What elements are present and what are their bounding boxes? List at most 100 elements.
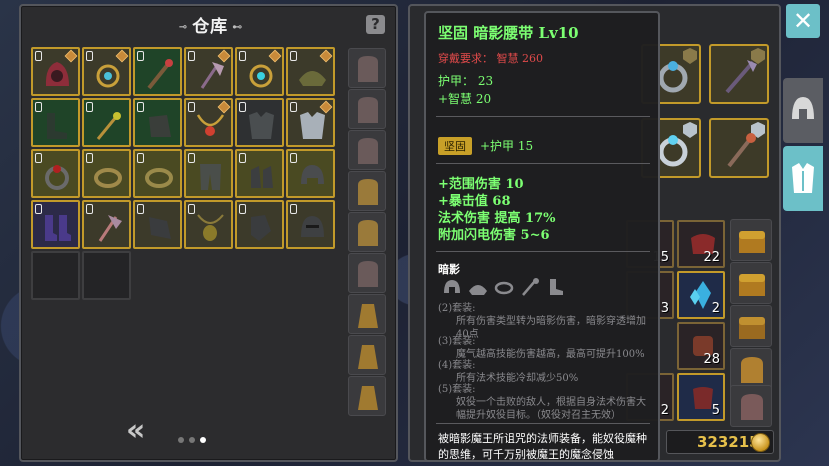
scepter-icon [96,112,121,140]
backpack-icon [358,179,378,205]
warehouse-slot-amulet[interactable] [82,47,131,96]
tab-armor[interactable] [783,146,823,211]
affix-stat: +护甲 15 [480,139,534,153]
page-dot[interactable] [178,437,184,443]
pouch-icon [358,345,378,369]
set-bonus-3: (3)套装: 魔气越高技能伤害越高，最高可提升100% [438,335,652,361]
warehouse-slot-plate[interactable] [286,98,335,147]
bag-slot-backpack[interactable] [730,385,772,427]
item-count: 28 [703,352,720,367]
equip-slot-scepter[interactable] [709,118,769,178]
bag-slot-chest[interactable] [730,262,772,304]
warehouse-slot-pendant[interactable] [184,200,233,249]
page-dot-active[interactable] [200,437,206,443]
warehouse-slot-bracer[interactable] [133,200,182,249]
item-tooltip: 坚固 暗影腰带 Lv10 穿戴要求： 智慧 260 护甲： 23 +智慧 20 … [424,11,660,462]
warehouse-slot-boots[interactable] [31,98,80,147]
pouch-icon [358,386,378,410]
backpack-icon [741,357,763,383]
side-slot-pouch[interactable] [348,335,386,375]
warehouse-slot-bracelet-2[interactable] [133,149,182,198]
side-slot-backpack[interactable] [348,212,386,252]
armor-icon [792,163,814,193]
warehouse-slot-empty[interactable] [82,251,131,300]
boots-icon [47,113,67,139]
warehouse-slot-empty[interactable] [31,251,80,300]
backpack-icon [358,97,378,123]
backpack-icon [741,394,763,420]
equip-slot-wand[interactable] [709,44,769,104]
warehouse-slot-hood[interactable] [31,47,80,96]
leggings-icon [200,164,221,190]
bag-slot-chest[interactable] [730,305,772,347]
side-slot-pouch[interactable] [348,376,386,416]
warehouse-slot-gauntlet[interactable] [133,98,182,147]
page-dot[interactable] [189,437,195,443]
inventory-slot[interactable]: 22 [677,220,725,268]
affix-tag: 坚固 [438,137,472,155]
chest-icon [739,231,765,253]
item-count: 22 [703,250,720,265]
pager: « [126,416,226,446]
warehouse-slot-helm-2[interactable] [286,200,335,249]
warehouse-slot-shoulder[interactable] [286,47,335,96]
warehouse-slot-amulet-2[interactable] [235,47,284,96]
warehouse-slot-helm[interactable] [286,149,335,198]
warehouse-slot-bracelet[interactable] [82,149,131,198]
item-count: 2 [711,301,720,316]
item-description: 被暗影魔王所诅咒的法师装备，能奴役魔种的思维，可千万别被魔王的魔念侵蚀 [438,432,647,461]
chest-icon [739,317,765,339]
side-slot-pouch[interactable] [348,294,386,334]
side-slot-backpack[interactable] [348,89,386,129]
warehouse-slot-boots-2[interactable] [31,200,80,249]
warehouse-slot-axe[interactable] [184,47,233,96]
weapon-icon [522,278,539,296]
warehouse-slot-necklace[interactable] [184,98,233,147]
divider [436,163,650,164]
warehouse-slot-scepter[interactable] [82,98,131,147]
gloves-icon [251,166,273,188]
help-icon[interactable]: ? [366,15,385,34]
back-arrow-icon[interactable]: « [126,416,146,446]
warehouse-slot-leggings[interactable] [184,149,233,198]
warehouse-slot-halberd[interactable] [82,200,131,249]
bracer-icon [149,217,171,239]
tab-helmet[interactable] [783,78,823,143]
set-bonus-text: 奴役一个击败的敌人，根据自身法术伤害大幅提升奴役目标。（奴役对召主无效） [456,397,646,421]
warehouse-slot-staff[interactable] [133,47,182,96]
gold-counter: 323215 [666,430,774,454]
side-slot-backpack[interactable] [348,253,386,293]
side-slot-backpack[interactable] [348,171,386,211]
divider [436,251,650,252]
close-button[interactable]: ✕ [786,4,820,38]
backpack-icon [358,56,378,82]
warehouse-slot-gloves[interactable] [235,149,284,198]
bracelet-icon [145,168,173,188]
title-deco-right: ⊷ [232,21,244,33]
inventory-slot[interactable]: 5 [677,373,725,421]
item-requirement: 穿戴要求： 智慧 260 [438,52,543,65]
warehouse-header: ⊸ 仓库 ⊷ ? [21,6,396,40]
necklace-icon [196,114,225,136]
warehouse-slot-gauntlets[interactable] [235,200,284,249]
side-slot-backpack[interactable] [348,48,386,88]
set-bonus-label: (4)套装: [438,360,476,371]
inventory-slot[interactable]: 2 [677,271,725,319]
divider [436,116,650,117]
pouch-icon [358,304,378,328]
side-slot-backpack[interactable] [348,130,386,170]
set-bonus-label: (2)套装: [438,303,476,314]
page-dots [178,428,211,447]
warehouse-slot-armor[interactable] [235,98,284,147]
bag-slot-chest[interactable] [730,219,772,261]
chest-icon [739,274,765,296]
inventory-slot[interactable]: 28 [677,322,725,370]
bracelet-icon [94,168,122,188]
gold-coin-icon [751,433,770,452]
amulet-icon [249,64,273,88]
bag-slot-backpack[interactable] [730,348,772,390]
ring-icon [45,165,69,190]
wand-icon [725,60,757,94]
divider [436,423,650,424]
warehouse-slot-ring[interactable] [31,149,80,198]
